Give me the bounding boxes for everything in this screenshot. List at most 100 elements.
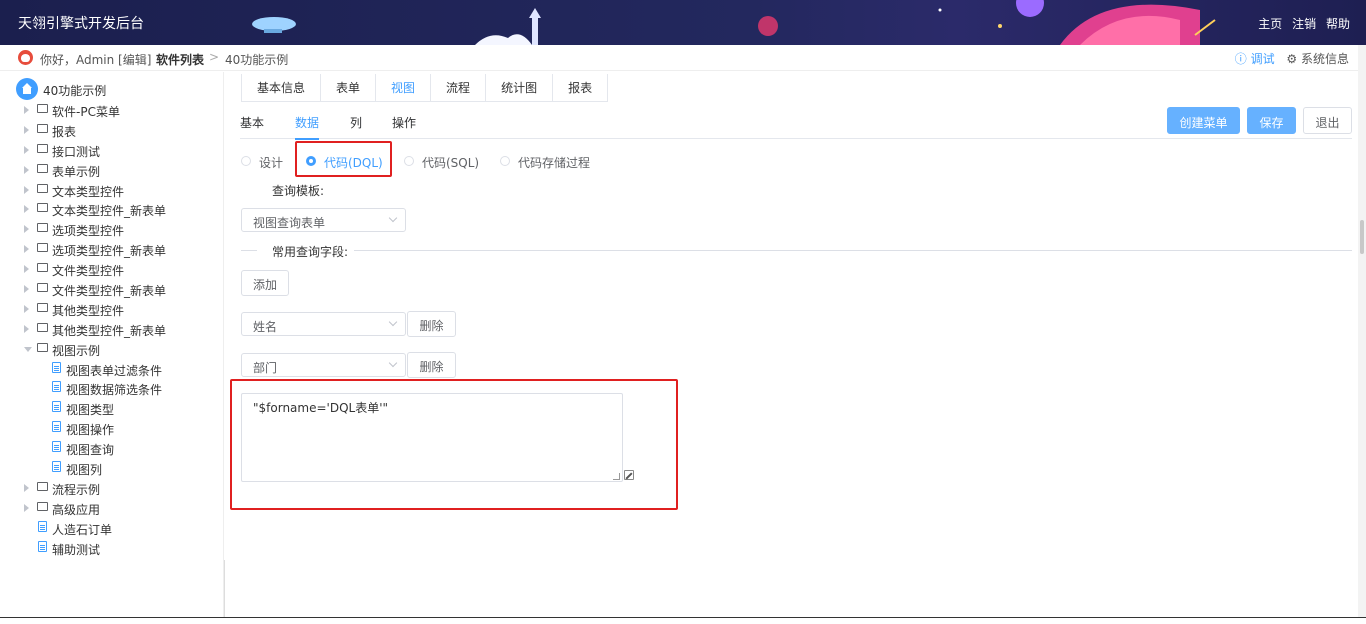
tab-form[interactable]: 表单 [321, 74, 377, 101]
delete-field-name-button[interactable]: 删除 [407, 311, 456, 337]
caret-right-icon[interactable] [24, 245, 29, 254]
logout-link[interactable]: 注销 [1292, 17, 1316, 31]
app-title: 天翎引擎式开发后台 [18, 16, 144, 32]
folder-icon [37, 143, 48, 153]
caret-down-icon[interactable] [24, 346, 32, 352]
document-icon [38, 520, 47, 532]
subtab-basic[interactable]: 基本 [240, 114, 264, 131]
caret-right-icon[interactable] [24, 125, 29, 134]
caret-right-icon[interactable] [24, 304, 29, 313]
tree-node[interactable]: 视图查询 [0, 438, 224, 458]
top-tabs: 基本信息 表单 视图 流程 统计图 报表 [241, 74, 609, 102]
caret-right-icon[interactable] [24, 205, 29, 214]
tree-node-label: 视图类型 [66, 403, 115, 418]
query-template-label: 查询模板: [272, 184, 325, 198]
tree-node[interactable]: 其他类型控件_新表单 [0, 319, 224, 339]
tree-node[interactable]: 视图数据筛选条件 [0, 378, 224, 398]
tree-node[interactable]: 视图列 [0, 458, 224, 478]
tab-flow[interactable]: 流程 [431, 74, 487, 101]
save-button[interactable]: 保存 [1247, 107, 1296, 134]
tree-node[interactable]: 文本类型控件 [0, 180, 224, 200]
tree-node-label: 视图表单过滤条件 [66, 363, 163, 378]
chevron-down-icon [388, 213, 398, 223]
help-link[interactable]: 帮助 [1326, 17, 1350, 31]
caret-right-icon[interactable] [24, 106, 29, 114]
bottom-border [0, 617, 1366, 624]
subtab-actions[interactable]: 操作 [392, 114, 416, 131]
tree-node[interactable]: 流程示例 [0, 478, 224, 498]
tree-node[interactable]: 选项类型控件 [0, 219, 224, 239]
caret-right-icon[interactable] [24, 503, 29, 512]
tree-node[interactable]: 视图类型 [0, 398, 224, 418]
tree-node-label: 其他类型控件_新表单 [52, 323, 167, 338]
tree-node[interactable]: 软件-PC菜单 [0, 100, 224, 120]
common-fields-label: 常用查询字段: [272, 245, 349, 259]
tree-node[interactable]: 文件类型控件_新表单 [0, 279, 224, 299]
folder-icon [37, 481, 48, 491]
caret-right-icon[interactable] [24, 225, 29, 234]
tab-view[interactable]: 视图 [376, 74, 432, 101]
chevron-down-icon [388, 358, 398, 368]
tab-basic-info[interactable]: 基本信息 [242, 74, 322, 101]
create-menu-button[interactable]: 创建菜单 [1167, 107, 1240, 134]
tree-node[interactable]: 高级应用 [0, 498, 224, 518]
header-links: 主页 注销 帮助 [1252, 15, 1350, 32]
home-link[interactable]: 主页 [1258, 17, 1282, 31]
subtab-data[interactable]: 数据 [295, 114, 320, 140]
field-select-department[interactable]: 部门 [241, 353, 406, 377]
highlight-box-code [230, 379, 678, 510]
breadcrumb-separator-icon: > [209, 50, 220, 64]
tree-node[interactable]: 辅助测试 [0, 538, 224, 558]
divider-right [354, 250, 1352, 251]
tab-chart[interactable]: 统计图 [486, 74, 554, 101]
chevron-down-icon [388, 317, 398, 327]
tree-node-label: 软件-PC菜单 [52, 105, 120, 119]
caret-right-icon[interactable] [24, 285, 29, 294]
caret-right-icon[interactable] [24, 265, 29, 274]
avatar [18, 50, 33, 65]
tree-node[interactable]: 表单示例 [0, 160, 224, 180]
tree-node[interactable]: 其他类型控件 [0, 299, 224, 319]
folder-icon [37, 203, 48, 213]
exit-button[interactable]: 退出 [1303, 107, 1352, 134]
field-select-name[interactable]: 姓名 [241, 312, 406, 336]
add-field-button[interactable]: 添加 [241, 270, 289, 296]
folder-icon [37, 243, 48, 253]
caret-right-icon[interactable] [24, 324, 29, 333]
tree-node[interactable]: 文件类型控件 [0, 259, 224, 279]
page-scrollbar[interactable] [1358, 45, 1366, 617]
tree-node-label: 文件类型控件_新表单 [52, 284, 167, 299]
subtab-columns[interactable]: 列 [350, 114, 362, 131]
tree-node-label: 表单示例 [52, 164, 101, 179]
tree-node-label: 人造石订单 [52, 522, 113, 537]
highlight-box-mode [295, 141, 392, 177]
system-info-link[interactable]: ⚙ 系统信息 [1286, 52, 1349, 66]
tree-node[interactable]: 视图操作 [0, 418, 224, 438]
document-icon [52, 421, 61, 433]
caret-right-icon[interactable] [24, 483, 29, 492]
query-template-select[interactable]: 视图查询表单 [241, 208, 406, 232]
caret-right-icon[interactable] [24, 185, 29, 194]
tree-node[interactable]: 接口测试 [0, 140, 224, 160]
folder-icon [37, 183, 48, 193]
tree-node-label: 视图查询 [66, 443, 115, 458]
tree-node-label: 视图示例 [52, 343, 101, 358]
scrollbar-thumb[interactable] [1360, 220, 1364, 254]
breadcrumb-software-list[interactable]: 软件列表 [156, 51, 204, 68]
tree-node[interactable]: 报表 [0, 120, 224, 140]
tree-node[interactable]: 视图示例 [0, 339, 224, 359]
delete-field-department-button[interactable]: 删除 [407, 352, 456, 378]
tree-node-label: 选项类型控件_新表单 [52, 244, 167, 259]
document-icon [52, 401, 61, 413]
caret-right-icon[interactable] [24, 165, 29, 174]
tree-node[interactable]: 人造石订单 [0, 518, 224, 538]
tree-node[interactable]: 选项类型控件_新表单 [0, 239, 224, 259]
caret-right-icon[interactable] [24, 145, 29, 154]
tree-node-label: 文件类型控件 [52, 264, 125, 279]
user-greeting[interactable]: 你好，Admin [编辑] [40, 51, 151, 68]
tree-node[interactable]: 视图表单过滤条件 [0, 359, 224, 379]
tab-report[interactable]: 报表 [553, 74, 607, 101]
main-panel: 基本信息 表单 视图 流程 统计图 报表 基本 数据 列 操作 创建菜单 保存 … [230, 72, 1352, 617]
debug-link[interactable]: ⓘ 调试 [1235, 52, 1275, 66]
tree-node[interactable]: 文本类型控件_新表单 [0, 199, 224, 219]
